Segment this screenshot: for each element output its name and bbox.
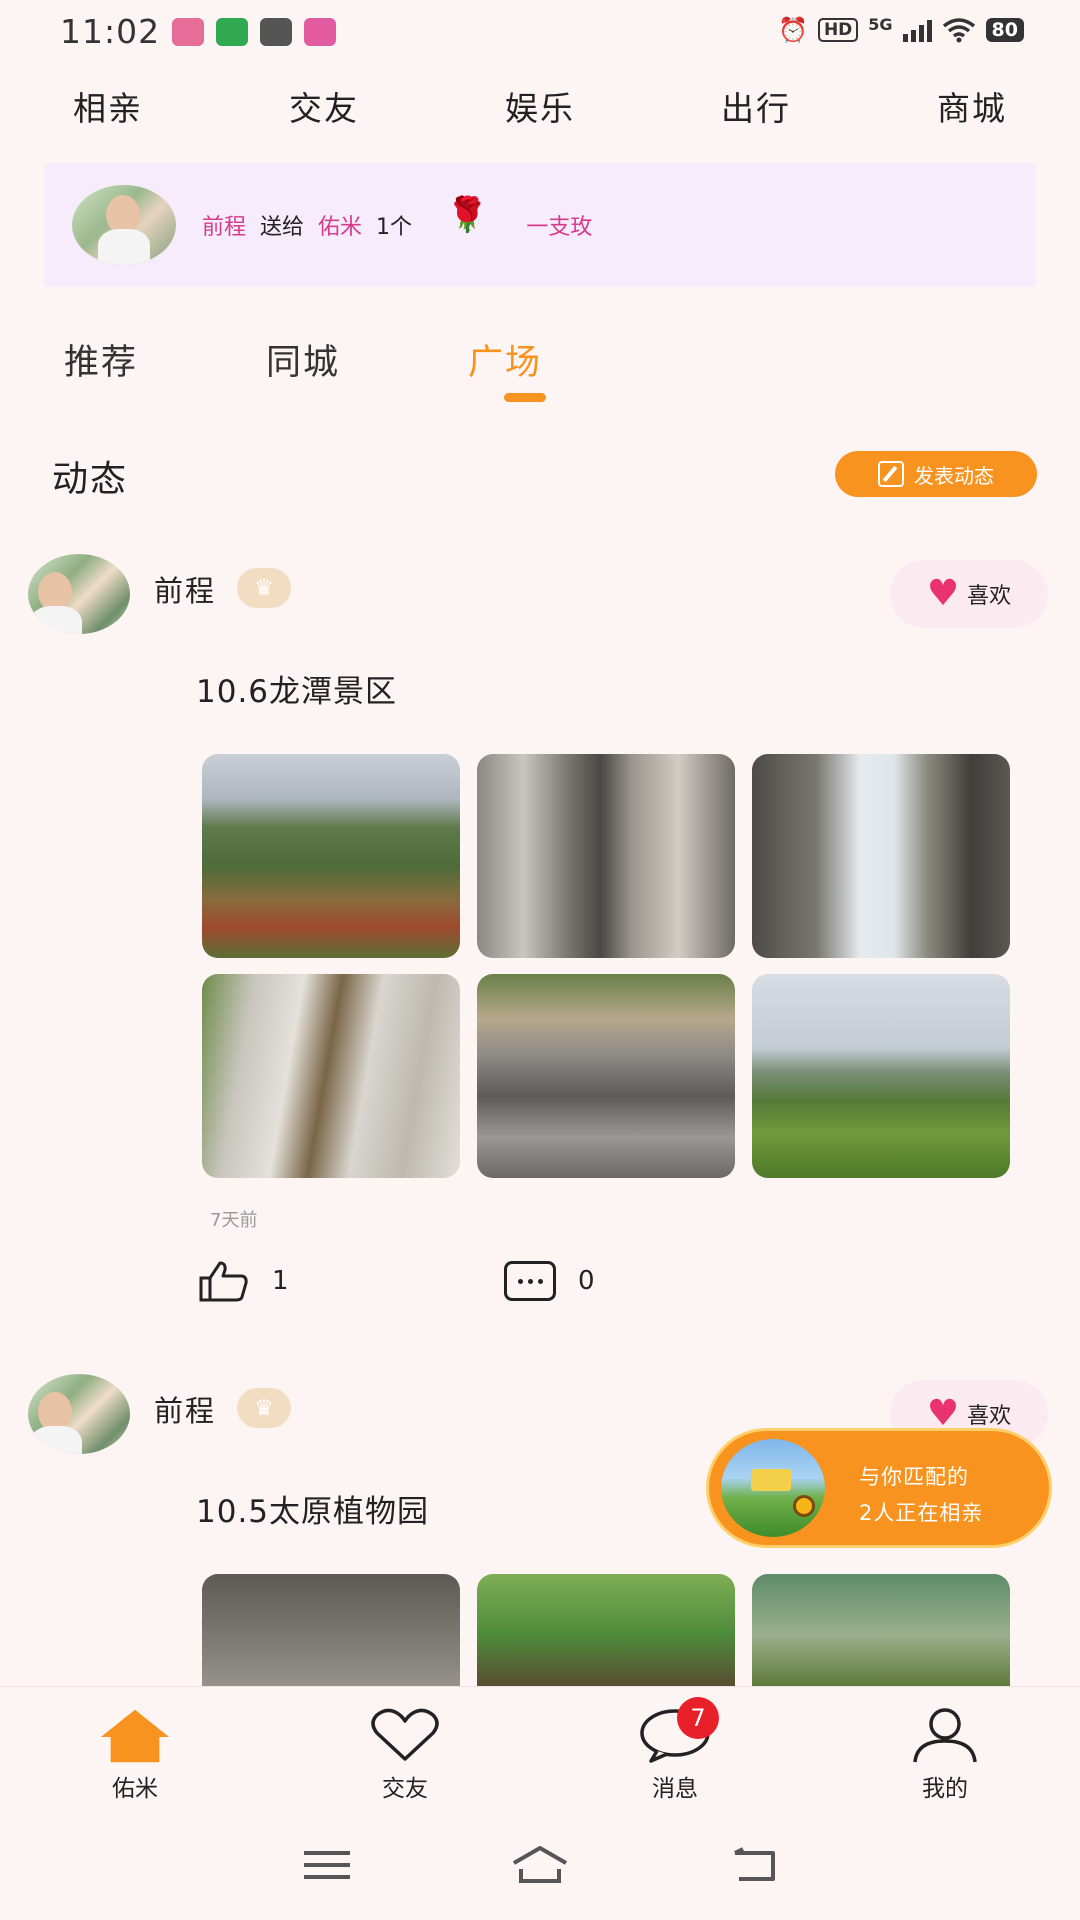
post-title: 10.5太原植物园 [196, 1494, 430, 1530]
post-time: 7天前 [210, 1210, 258, 1231]
gift-message: 前程 送给 佑米 1个 🌹 一支玫 [202, 195, 593, 241]
gift-sender-avatar [72, 185, 176, 265]
post-actions: 1 0 [198, 1260, 810, 1302]
bilibili-app-icon [172, 18, 204, 46]
comment-icon [504, 1261, 556, 1301]
status-right: ⏰ HD 5G 80 [778, 14, 1024, 44]
news-app-icon [216, 18, 248, 46]
nav-item-entertainment[interactable]: 娱乐 [432, 82, 648, 130]
post-title: 10.6龙潭景区 [196, 674, 398, 710]
match-bubble[interactable]: 与你匹配的 2人正在相亲 [706, 1428, 1052, 1548]
post-moment-label: 发表动态 [914, 463, 994, 488]
tab-messages[interactable]: 7 消息 [540, 1687, 810, 1810]
chat-icon: 7 [639, 1697, 719, 1763]
tab-profile-label: 我的 [922, 1776, 968, 1802]
tab-home-label: 佑米 [112, 1776, 158, 1802]
comment-button[interactable]: 0 [504, 1261, 810, 1301]
match-line-1: 与你匹配的 [859, 1465, 969, 1489]
photo-canyon-rock-walls[interactable] [477, 754, 735, 958]
photo-grid [202, 754, 1010, 1178]
tab-home[interactable]: 佑米 [0, 1687, 270, 1810]
tab-recommend[interactable]: 推荐 [64, 334, 138, 385]
photo-cactus-greenhouse[interactable] [752, 1574, 1010, 1686]
inbox-app-icon [260, 18, 292, 46]
tab-messages-label: 消息 [652, 1776, 698, 1802]
heart-icon: ♥ [926, 1393, 960, 1434]
nav-item-travel[interactable]: 出行 [648, 82, 864, 130]
gift-verb: 送给 [260, 215, 305, 240]
post-moment-button[interactable]: 发表动态 [835, 451, 1037, 497]
thumbs-up-button[interactable]: 1 [198, 1260, 504, 1302]
photo-white-rock-gorge[interactable] [202, 974, 460, 1178]
like-label: 喜欢 [967, 1404, 1012, 1429]
match-text: 与你匹配的 2人正在相亲 [859, 1459, 983, 1531]
like-count: 1 [272, 1266, 289, 1296]
photo-mountain-forest[interactable] [202, 754, 460, 958]
alarm-icon: ⏰ [778, 16, 808, 44]
back-icon[interactable] [721, 1841, 785, 1889]
photo-rock-arch[interactable] [752, 754, 1010, 958]
battery-icon: 80 [985, 18, 1024, 42]
thumbs-up-icon [199, 1261, 248, 1302]
nav-item-mall[interactable]: 商城 [864, 82, 1080, 130]
heart-icon: ♥ [926, 573, 960, 614]
sunflower-icon [793, 1495, 815, 1517]
tab-friends[interactable]: 交友 [270, 1687, 540, 1810]
photo-stone-slabs[interactable] [477, 974, 735, 1178]
status-notification-icons [172, 18, 336, 46]
wifi-icon [942, 18, 975, 43]
person-icon [909, 1707, 981, 1763]
post-author[interactable]: 前程 [154, 568, 216, 610]
tab-profile[interactable]: 我的 [810, 1687, 1080, 1810]
system-home-icon[interactable] [508, 1841, 572, 1889]
menu-icon[interactable] [295, 1841, 359, 1889]
tab-same-city[interactable]: 同城 [266, 334, 340, 385]
comment-count: 0 [578, 1266, 595, 1296]
home-icon [99, 1707, 171, 1763]
edit-icon [878, 461, 904, 487]
shopping-app-icon [304, 18, 336, 46]
nav-item-matchmaking[interactable]: 相亲 [0, 82, 216, 130]
message-badge: 7 [677, 1697, 719, 1739]
bottom-tab-bar: 佑米 交友 7 消息 我的 [0, 1686, 1080, 1810]
avatar[interactable] [28, 1374, 130, 1454]
gift-banner[interactable]: 前程 送给 佑米 1个 🌹 一支玫 [44, 163, 1036, 287]
like-label: 喜欢 [967, 584, 1012, 609]
gift-sender: 前程 [202, 215, 247, 240]
tab-friends-label: 交友 [382, 1776, 428, 1802]
gift-receiver: 佑米 [318, 215, 363, 240]
status-time: 11:02 [60, 12, 161, 51]
section-title: 动态 [52, 459, 129, 500]
like-button[interactable]: ♥ 喜欢 [890, 560, 1048, 628]
tab-square[interactable]: 广场 [468, 334, 542, 385]
crown-icon: ♛ [237, 568, 291, 608]
active-tab-indicator [504, 393, 546, 402]
photo-grid [202, 1574, 1010, 1686]
gift-count: 1个 [376, 215, 413, 240]
hd-icon: HD [817, 18, 859, 42]
crown-icon: ♛ [237, 1388, 291, 1428]
photo-green-hills[interactable] [752, 974, 1010, 1178]
heart-outline-icon [369, 1707, 441, 1763]
rose-icon: 🌹 [446, 195, 489, 235]
post-author[interactable]: 前程 [154, 1388, 216, 1430]
post-card: 前程 ♛ ♥ 喜欢 10.6龙潭景区 7天前 1 0 [0, 554, 1080, 1314]
gift-name: 一支玫 [526, 215, 593, 240]
photo-stone-dome[interactable] [202, 1574, 460, 1686]
photo-tropical-trees[interactable] [477, 1574, 735, 1686]
nav-item-friends[interactable]: 交友 [216, 82, 432, 130]
signal-icon [902, 18, 932, 42]
system-nav-bar [0, 1810, 1080, 1920]
status-bar: 11:02 ⏰ HD 5G 80 [0, 0, 1080, 66]
match-line-2: 2人正在相亲 [859, 1501, 984, 1525]
network-label: 5G [868, 14, 893, 34]
avatar[interactable] [28, 554, 130, 634]
match-thumbnail [721, 1439, 825, 1537]
top-category-nav: 相亲 交友 娱乐 出行 商城 [0, 82, 1080, 130]
feed-tabs: 推荐 同城 广场 [64, 334, 542, 385]
